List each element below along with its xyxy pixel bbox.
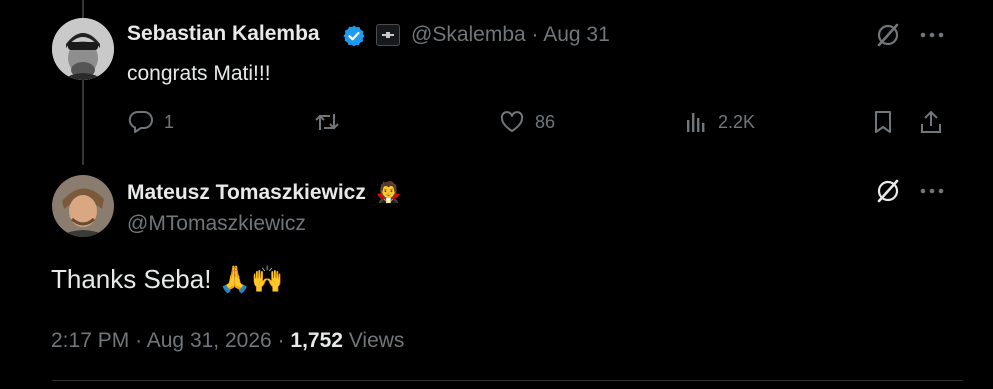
separator-dot: · [277, 329, 285, 352]
author-name[interactable]: Sebastian Kalemba [127, 22, 320, 46]
handle[interactable]: @MTomaszkiewicz [127, 212, 306, 236]
separator-dot: · [531, 23, 539, 46]
avatar-sebastian[interactable] [52, 18, 114, 80]
verified-badge-icon[interactable] [341, 23, 367, 49]
share-icon[interactable] [918, 108, 944, 136]
more-icon[interactable] [918, 22, 946, 48]
author-name[interactable]: Mateusz Tomaszkiewicz [127, 181, 366, 204]
name-emoji: 🧛 [376, 182, 402, 204]
reply-count: 1 [164, 111, 175, 132]
views-icon [686, 110, 708, 134]
handle[interactable]: @Skalemba [411, 23, 526, 46]
tweet-date[interactable]: Aug 31, 2026 [147, 329, 272, 352]
bookmark-icon[interactable] [870, 108, 896, 136]
reply-icon [128, 110, 154, 134]
repost-icon [313, 110, 341, 134]
reply-button[interactable]: 1 [128, 110, 174, 134]
tweet-text: Thanks Seba! 🙏🙌 [51, 264, 284, 294]
grok-icon[interactable] [873, 176, 903, 206]
tweet-meta: 2:17 PM · Aug 31, 2026 · 1,752 Views [51, 329, 404, 353]
like-icon [499, 110, 525, 134]
tweet-text: congrats Mati!!! [127, 62, 271, 85]
divider [52, 380, 963, 381]
like-button[interactable]: 86 [499, 110, 555, 134]
repost-button[interactable] [313, 110, 351, 134]
tweet-time[interactable]: 2:17 PM [51, 329, 129, 352]
avatar-mateusz[interactable] [52, 175, 114, 237]
views-button[interactable]: 2.2K [686, 110, 755, 134]
more-icon[interactable] [918, 178, 946, 204]
like-count: 86 [535, 111, 556, 132]
tweet-date[interactable]: Aug 31 [543, 23, 610, 46]
affiliate-badge-icon[interactable] [376, 24, 400, 46]
grok-icon[interactable] [873, 20, 903, 50]
views-count: 2.2K [718, 111, 756, 132]
views-number: 1,752 [290, 329, 343, 352]
separator-dot: · [135, 329, 143, 352]
views-label: Views [348, 329, 405, 352]
